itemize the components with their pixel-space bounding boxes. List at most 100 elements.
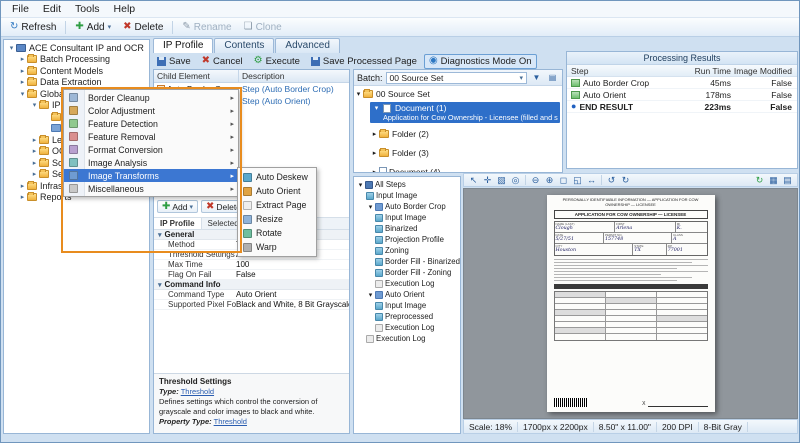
refresh-button[interactable]: ↻Refresh xyxy=(5,21,61,34)
batch-item-document-4[interactable]: ▸Document (4) xyxy=(354,162,562,173)
menu-file[interactable]: File xyxy=(5,2,36,16)
expander-icon[interactable]: ▾ xyxy=(18,90,27,98)
expander-icon[interactable]: ▸ xyxy=(370,149,379,157)
menu-item-feature-detection[interactable]: Feature Detection▸ xyxy=(64,117,238,130)
batch-item-folder-2[interactable]: ▸Folder (2) xyxy=(354,124,562,143)
expander-icon[interactable]: ▾ xyxy=(366,291,375,299)
column-image-modified[interactable]: Image Modified xyxy=(731,66,797,76)
sidebar-item-root[interactable]: ▾ACE Consultant IP and OCR xyxy=(4,42,149,54)
menu-item-format-conversion[interactable]: Format Conversion▸ xyxy=(64,143,238,156)
property-tab-ip-profile[interactable]: IP Profile xyxy=(154,218,202,229)
rename-button[interactable]: ✎Rename xyxy=(177,21,236,34)
expander-icon[interactable]: ▸ xyxy=(30,136,39,144)
menu-item-color-adjustment[interactable]: Color Adjustment▸ xyxy=(64,104,238,117)
expander-icon[interactable]: ▸ xyxy=(30,147,39,155)
steps-item-execution-log[interactable]: Execution Log xyxy=(354,322,460,333)
batch-item-folder-3[interactable]: ▸Folder (3) xyxy=(354,143,562,162)
save-processed-page-button[interactable]: Save Processed Page xyxy=(307,55,421,68)
menu-tools[interactable]: Tools xyxy=(68,2,107,16)
steps-item-execution-log[interactable]: Execution Log xyxy=(354,333,460,344)
property-type-link[interactable]: Threshold xyxy=(214,417,247,426)
batch-filter-icon[interactable]: ▼ xyxy=(530,73,543,82)
expander-icon[interactable]: ▸ xyxy=(370,130,379,138)
column-run-time[interactable]: Run Time xyxy=(685,66,731,76)
property-row[interactable]: Flag On FailFalse xyxy=(154,270,349,280)
menu-item-feature-removal[interactable]: Feature Removal▸ xyxy=(64,130,238,143)
batch-select[interactable]: 00 Source Set▾ xyxy=(386,72,527,84)
steps-item-input-image[interactable]: Input Image xyxy=(354,190,460,201)
thumbnails-icon[interactable]: ▦ xyxy=(767,174,780,186)
zoom-select-icon[interactable]: ▧ xyxy=(495,174,508,186)
submenu-item-extract-page[interactable]: Extract Page xyxy=(238,198,316,212)
column-child-element[interactable]: Child Element xyxy=(154,70,239,82)
save-button[interactable]: Save xyxy=(153,55,195,68)
property-value[interactable]: Black and White, 8 Bit Grayscale xyxy=(236,300,349,309)
steps-item-preprocessed[interactable]: Preprocessed xyxy=(354,311,460,322)
steps-item-auto-border-crop[interactable]: ▾Auto Border Crop xyxy=(354,201,460,212)
sidebar-item-content-models[interactable]: ▸Content Models xyxy=(4,65,149,77)
submenu-item-warp[interactable]: Warp xyxy=(238,240,316,254)
rotate-ccw-icon[interactable]: ↺ xyxy=(605,174,618,186)
expander-icon[interactable]: ▸ xyxy=(18,193,27,201)
steps-item-input-image[interactable]: Input Image xyxy=(354,300,460,311)
tab-advanced[interactable]: Advanced xyxy=(275,38,339,53)
diagnostics-mode-toggle[interactable]: ◉Diagnostics Mode On xyxy=(424,54,537,69)
delete-button[interactable]: ✖Delete xyxy=(118,21,168,34)
expander-icon[interactable]: ▸ xyxy=(18,55,27,63)
expander-icon[interactable]: ▸ xyxy=(370,168,379,174)
tab-ip-profile[interactable]: IP Profile xyxy=(153,38,213,53)
result-row-auto-orient[interactable]: Auto Orient 178ms False xyxy=(567,89,797,101)
column-description[interactable]: Description xyxy=(239,71,285,81)
submenu-item-auto-deskew[interactable]: Auto Deskew xyxy=(238,170,316,184)
clone-button[interactable]: ❏Clone xyxy=(239,21,287,34)
details-icon[interactable]: ▤ xyxy=(781,174,794,186)
expander-icon[interactable]: ▸ xyxy=(18,182,27,190)
menu-edit[interactable]: Edit xyxy=(36,2,68,16)
expander-icon[interactable]: ▾ xyxy=(354,90,363,98)
expander-icon[interactable]: ▸ xyxy=(30,159,39,167)
execute-button[interactable]: ⚙Execute xyxy=(250,55,304,68)
zoom-out-icon[interactable]: ⊖ xyxy=(529,174,542,186)
property-section-command-info[interactable]: ▾Command Info xyxy=(154,280,349,290)
submenu-item-resize[interactable]: Resize xyxy=(238,212,316,226)
batch-page-icon[interactable]: ▤ xyxy=(546,73,559,82)
refresh-view-icon[interactable]: ↻ xyxy=(753,174,766,186)
expander-icon[interactable]: ▸ xyxy=(18,67,27,75)
steps-item-border-fill-binarized[interactable]: Border Fill - Binarized xyxy=(354,256,460,267)
steps-item-zoning[interactable]: Zoning xyxy=(354,245,460,256)
property-row[interactable]: Command TypeAuto Orient xyxy=(154,290,349,300)
expander-icon[interactable]: ▾ xyxy=(7,44,16,52)
expander-icon[interactable]: ▸ xyxy=(30,170,39,178)
column-step[interactable]: Step xyxy=(567,66,685,76)
menu-item-image-transforms[interactable]: Image Transforms▸ xyxy=(64,169,238,182)
menu-item-image-analysis[interactable]: Image Analysis▸ xyxy=(64,156,238,169)
fit-page-icon[interactable]: ◱ xyxy=(571,174,584,186)
property-value[interactable]: False xyxy=(236,270,349,279)
tab-contents[interactable]: Contents xyxy=(214,38,274,53)
batch-root-item[interactable]: ▾00 Source Set xyxy=(354,87,562,101)
all-steps-root[interactable]: ▾All Steps xyxy=(354,179,460,190)
expander-icon[interactable]: ▾ xyxy=(372,104,381,112)
menu-item-border-cleanup[interactable]: Border Cleanup▸ xyxy=(64,91,238,104)
expander-icon[interactable]: ▸ xyxy=(18,78,27,86)
expander-icon[interactable]: ▾ xyxy=(366,203,375,211)
property-row[interactable]: Supported Pixel FormatsBlack and White, … xyxy=(154,300,349,310)
submenu-item-auto-orient[interactable]: Auto Orient xyxy=(238,184,316,198)
steps-item-auto-orient[interactable]: ▾Auto Orient xyxy=(354,289,460,300)
sidebar-item-data-extraction[interactable]: ▸Data Extraction xyxy=(4,77,149,89)
property-row[interactable]: Max Time100 xyxy=(154,260,349,270)
add-step-button[interactable]: ✚Add▾ xyxy=(157,200,198,213)
image-viewer[interactable]: PERSONALLY IDENTIFIABLE INFORMATION — AP… xyxy=(463,188,798,419)
result-row-end-result[interactable]: ●END RESULT 223ms False xyxy=(567,101,797,113)
property-value[interactable]: Auto Orient xyxy=(236,290,349,299)
expander-icon[interactable]: ▾ xyxy=(356,181,365,189)
steps-item-input-image[interactable]: Input Image xyxy=(354,212,460,223)
magnifier-icon[interactable]: ◎ xyxy=(509,174,522,186)
actual-size-icon[interactable]: ◻ xyxy=(557,174,570,186)
steps-item-execution-log[interactable]: Execution Log xyxy=(354,278,460,289)
type-link[interactable]: Threshold xyxy=(181,387,214,396)
cancel-button[interactable]: ✖Cancel xyxy=(198,55,247,68)
sidebar-item-batch-processing[interactable]: ▸Batch Processing xyxy=(4,54,149,66)
rotate-cw-icon[interactable]: ↻ xyxy=(619,174,632,186)
submenu-item-rotate[interactable]: Rotate xyxy=(238,226,316,240)
